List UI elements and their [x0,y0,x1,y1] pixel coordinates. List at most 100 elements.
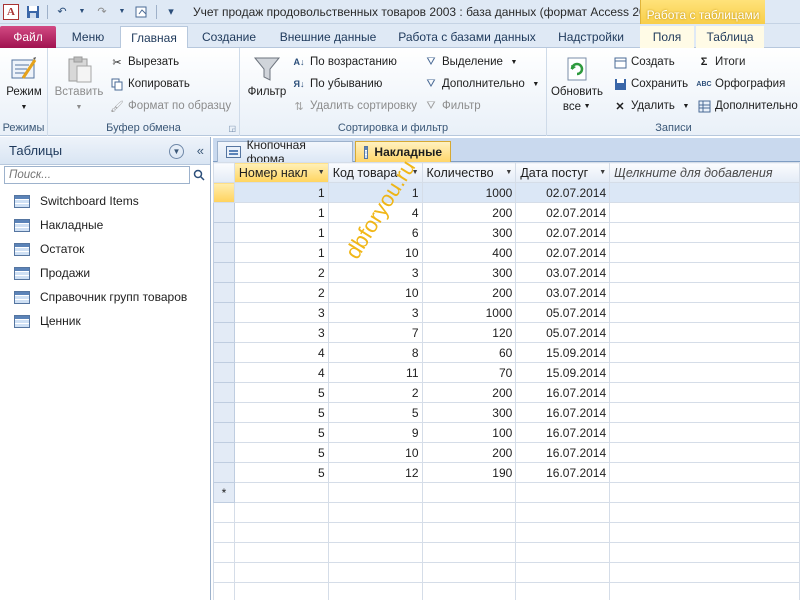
save-record-button[interactable]: Сохранить [613,77,688,91]
advanced-filter-button[interactable]: ⛛ Дополнительно ▼ [424,77,543,91]
table-cell[interactable]: 11 [327,362,423,383]
format-painter-button[interactable]: 🖌 Формат по образцу [110,99,231,113]
nav-item-table[interactable]: Продажи [0,261,210,285]
table-cell[interactable]: 2 [233,282,329,303]
doctab-invoices[interactable]: Накладные [355,141,451,162]
table-cell[interactable]: 100 [421,422,517,443]
sort-descending-button[interactable]: Я↓ По убыванию [292,77,383,91]
filter-button[interactable]: Фильтр [246,54,288,98]
empty-cell[interactable] [609,462,800,483]
sort-dropdown-icon[interactable]: ▼ [599,169,606,176]
table-cell[interactable]: 16.07.2014 [515,422,611,443]
table-row[interactable]: 4 8 60 15.09.2014 [213,342,800,363]
record-selector[interactable] [213,382,235,403]
table-cell[interactable]: 05.07.2014 [515,322,611,343]
record-selector[interactable] [213,462,235,483]
empty-cell[interactable] [515,482,611,503]
column-header[interactable]: Номер накл ▼ [233,162,329,183]
table-cell[interactable]: 8 [327,342,423,363]
dropdown-arrow-icon[interactable]: ▼ [114,4,130,20]
empty-cell[interactable] [609,182,800,203]
sort-dropdown-icon[interactable]: ▼ [505,169,512,176]
table-cell[interactable]: 1 [233,202,329,223]
selection-button[interactable]: ⛛ Выделение ▼ [424,55,521,69]
table-cell[interactable]: 300 [421,222,517,243]
table-cell[interactable]: 1000 [421,182,517,203]
empty-cell[interactable] [609,322,800,343]
column-header[interactable]: Дата постуг ▼ [515,162,611,183]
empty-cell[interactable] [327,482,423,503]
tab-addins[interactable]: Надстройки [548,26,634,48]
more-records-button[interactable]: Дополнительно [697,99,798,113]
tab-file[interactable]: Файл [0,26,56,48]
table-cell[interactable]: 02.07.2014 [515,242,611,263]
record-selector[interactable] [213,362,235,383]
empty-cell[interactable] [609,482,800,503]
column-header[interactable]: Количество ▼ [421,162,517,183]
table-row[interactable]: 1 10 400 02.07.2014 [213,242,800,263]
table-row[interactable]: 5 2 200 16.07.2014 [213,382,800,403]
table-cell[interactable]: 10 [327,242,423,263]
doctab-switchboard-form[interactable]: Кнопочная форма [217,138,353,166]
record-selector[interactable] [213,282,235,303]
empty-cell[interactable] [609,402,800,423]
table-cell[interactable]: 15.09.2014 [515,342,611,363]
empty-cell[interactable] [609,362,800,383]
add-column-header[interactable]: Щелкните для добавления [609,162,800,183]
table-cell[interactable]: 2 [327,382,423,403]
record-selector[interactable] [213,422,235,443]
table-cell[interactable]: 5 [233,442,329,463]
paste-button[interactable]: Вставить ▼ [54,54,104,114]
nav-item-table[interactable]: Switchboard Items [0,189,210,213]
table-cell[interactable]: 5 [233,422,329,443]
table-cell[interactable]: 200 [421,282,517,303]
empty-cell[interactable] [421,482,517,503]
table-cell[interactable]: 300 [421,262,517,283]
empty-cell[interactable] [609,262,800,283]
search-icon[interactable] [191,167,207,183]
table-cell[interactable]: 02.07.2014 [515,222,611,243]
table-cell[interactable]: 16.07.2014 [515,382,611,403]
table-cell[interactable]: 4 [233,342,329,363]
nav-item-table[interactable]: Остаток [0,237,210,261]
column-header[interactable]: Код товара ▼ [327,162,423,183]
table-cell[interactable]: 7 [327,322,423,343]
empty-cell[interactable] [609,222,800,243]
nav-item-table[interactable]: Ценник [0,309,210,333]
table-cell[interactable]: 6 [327,222,423,243]
table-cell[interactable]: 03.07.2014 [515,262,611,283]
table-cell[interactable]: 1 [233,242,329,263]
collapse-pane-icon[interactable]: « [197,143,204,158]
table-cell[interactable]: 4 [327,202,423,223]
sort-dropdown-icon[interactable]: ▼ [318,169,325,176]
sort-ascending-button[interactable]: A↓ По возрастанию [292,55,397,69]
table-cell[interactable]: 1 [327,182,423,203]
tab-fields[interactable]: Поля [640,26,694,48]
table-row[interactable]: 5 12 190 16.07.2014 [213,462,800,483]
copy-button[interactable]: Копировать [110,77,190,91]
table-cell[interactable]: 16.07.2014 [515,402,611,423]
table-cell[interactable]: 4 [233,362,329,383]
save-icon[interactable] [25,4,41,20]
table-cell[interactable]: 15.09.2014 [515,362,611,383]
empty-cell[interactable] [609,442,800,463]
record-selector[interactable] [213,442,235,463]
delete-record-button[interactable]: ✕ Удалить ▼ [613,99,693,113]
table-cell[interactable]: 1 [233,182,329,203]
table-cell[interactable]: 5 [233,402,329,423]
empty-cell[interactable] [609,422,800,443]
table-cell[interactable]: 9 [327,422,423,443]
new-record-button[interactable]: Создать [613,55,675,69]
qat-menu-icon[interactable]: ▾ [163,4,179,20]
table-cell[interactable]: 5 [233,382,329,403]
record-selector[interactable] [213,242,235,263]
table-row[interactable]: 1 1 1000 02.07.2014 [213,182,800,203]
cut-button[interactable]: ✂ Вырезать [110,55,179,69]
record-selector[interactable] [213,342,235,363]
record-selector[interactable] [213,322,235,343]
table-row[interactable]: 2 3 300 03.07.2014 [213,262,800,283]
tab-home[interactable]: Главная [120,26,188,49]
table-cell[interactable]: 3 [327,262,423,283]
table-cell[interactable]: 16.07.2014 [515,462,611,483]
record-selector[interactable] [213,222,235,243]
